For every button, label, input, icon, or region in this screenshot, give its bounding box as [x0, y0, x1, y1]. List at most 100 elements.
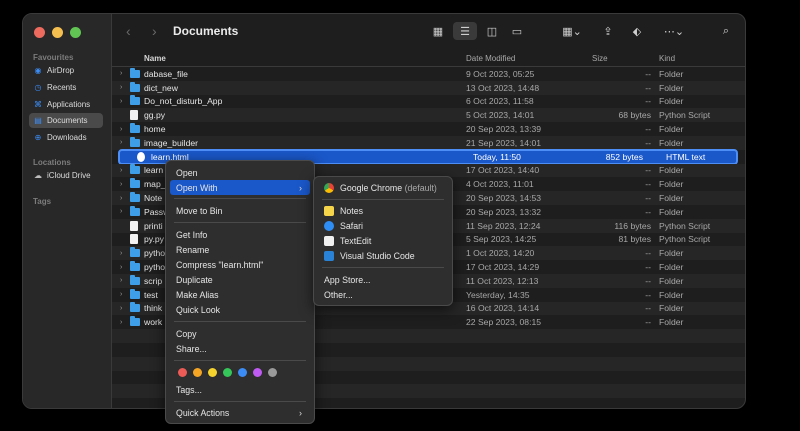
disclosure-chevron-icon[interactable]: ›	[120, 70, 122, 77]
disclosure-chevron-icon[interactable]: ›	[120, 277, 122, 284]
tag-color-dot[interactable]	[223, 368, 232, 377]
share-icon[interactable]: ⇪	[598, 22, 618, 40]
tag-color-dot[interactable]	[193, 368, 202, 377]
file-date: 17 Oct 2023, 14:29	[466, 262, 540, 273]
table-row[interactable]: › image_builder 21 Sep 2023, 14:01 -- Folder	[112, 136, 745, 150]
tag-color-dot[interactable]	[253, 368, 262, 377]
menu-other[interactable]: Other...	[318, 287, 448, 302]
file-size: 81 bytes	[618, 234, 652, 245]
file-kind: Folder	[659, 124, 684, 135]
menu-app-store[interactable]: App Store...	[318, 272, 448, 287]
column-kind[interactable]: Kind	[659, 54, 675, 63]
menu-quick-actions[interactable]: Quick Actions ›	[170, 405, 310, 420]
file-size: --	[645, 206, 651, 217]
menu-make-alias[interactable]: Make Alias	[170, 287, 310, 302]
icon-view-icon[interactable]: ▦	[428, 22, 448, 40]
back-icon[interactable]: ‹	[126, 23, 131, 39]
file-kind: Folder	[659, 317, 684, 328]
disclosure-chevron-icon[interactable]: ›	[120, 181, 122, 188]
menu-copy[interactable]: Copy	[170, 326, 310, 341]
disclosure-chevron-icon[interactable]: ›	[120, 84, 122, 91]
disclosure-chevron-icon[interactable]: ›	[120, 264, 122, 271]
disclosure-chevron-icon[interactable]: ›	[120, 195, 122, 202]
menu-rename[interactable]: Rename	[170, 242, 310, 257]
menu-get-info[interactable]: Get Info	[170, 227, 310, 242]
disclosure-chevron-icon[interactable]: ›	[120, 167, 122, 174]
sidebar-item-icloud[interactable]: ☁ iCloud Drive	[29, 168, 103, 183]
menu-app-notes[interactable]: Notes	[318, 203, 448, 218]
file-kind: Folder	[659, 82, 684, 93]
menu-app-safari[interactable]: Safari	[318, 218, 448, 233]
folder-icon	[130, 95, 140, 106]
sidebar-item-recents[interactable]: ◷ Recents	[29, 80, 103, 95]
file-kind: Folder	[659, 96, 684, 107]
folder-icon	[130, 192, 140, 203]
file-kind: Folder	[659, 275, 684, 286]
folder-icon	[130, 136, 140, 147]
file-date: 6 Oct 2023, 11:58	[466, 96, 534, 107]
file-size: --	[645, 124, 651, 135]
gallery-view-icon[interactable]: ▭	[507, 22, 527, 40]
table-row[interactable]: › home 20 Sep 2023, 13:39 -- Folder	[112, 122, 745, 136]
list-view-icon[interactable]: ☰	[453, 22, 477, 40]
minimize-button[interactable]	[52, 27, 63, 38]
column-view-icon[interactable]: ◫	[482, 22, 502, 40]
zoom-button[interactable]	[70, 27, 81, 38]
disclosure-chevron-icon[interactable]: ›	[120, 250, 122, 257]
group-by-icon[interactable]: ▦⌄	[558, 22, 586, 40]
close-button[interactable]	[34, 27, 45, 38]
open-with-submenu: Google Chrome (default) Notes Safari Tex…	[313, 176, 453, 306]
sidebar-item-downloads[interactable]: ⊕ Downloads	[29, 130, 103, 145]
menu-open[interactable]: Open	[170, 165, 310, 180]
disclosure-chevron-icon[interactable]: ›	[120, 291, 122, 298]
table-row[interactable]: gg.py 5 Oct 2023, 14:01 68 bytes Python Scr…	[112, 108, 745, 123]
search-icon[interactable]: ⌕	[716, 22, 736, 40]
disclosure-chevron-icon[interactable]: ›	[120, 208, 122, 215]
file-name: pytho	[144, 248, 166, 259]
table-row[interactable]: › dabase_file 9 Oct 2023, 05:25 -- Folder	[112, 67, 745, 81]
menu-share[interactable]: Share...	[170, 341, 310, 356]
menu-app-textedit[interactable]: TextEdit	[318, 233, 448, 248]
column-date[interactable]: Date Modified	[466, 54, 515, 63]
file-name: dabase_file	[144, 68, 188, 79]
tag-color-dot[interactable]	[268, 368, 277, 377]
tag-icon[interactable]: ⬖	[627, 22, 647, 40]
table-row[interactable]: › dict_new 13 Oct 2023, 14:48 -- Folder	[112, 80, 745, 95]
menu-app-vscode[interactable]: Visual Studio Code	[318, 248, 448, 263]
disclosure-chevron-icon[interactable]: ›	[120, 98, 122, 105]
sidebar-item-documents[interactable]: ▤ Documents	[29, 113, 103, 128]
menu-tags[interactable]: Tags...	[170, 382, 310, 397]
tag-color-dot[interactable]	[238, 368, 247, 377]
column-size[interactable]: Size	[592, 54, 608, 63]
file-icon	[130, 110, 138, 121]
menu-duplicate[interactable]: Duplicate	[170, 272, 310, 287]
safari-icon	[324, 220, 334, 231]
menu-compress[interactable]: Compress "learn.html"	[170, 257, 310, 272]
menu-quick-look[interactable]: Quick Look	[170, 302, 310, 317]
menu-app-chrome[interactable]: Google Chrome (default)	[318, 180, 448, 195]
tag-color-dot[interactable]	[178, 368, 187, 377]
more-actions-icon[interactable]: ⋯⌄	[660, 22, 688, 40]
file-name: printi	[144, 220, 163, 231]
menu-open-with[interactable]: Open With ›	[170, 180, 310, 195]
disclosure-chevron-icon[interactable]: ›	[120, 139, 122, 146]
divider	[174, 321, 306, 322]
disclosure-chevron-icon[interactable]: ›	[120, 126, 122, 133]
disclosure-chevron-icon[interactable]: ›	[120, 319, 122, 326]
file-size: --	[645, 96, 651, 107]
file-name: home	[144, 124, 166, 135]
tag-color-dot[interactable]	[208, 368, 217, 377]
sidebar-item-applications[interactable]: ⌘ Applications	[29, 97, 103, 112]
clock-icon: ◷	[34, 83, 42, 92]
table-row[interactable]: › Do_not_disturb_App 6 Oct 2023, 11:58 -- Fo…	[112, 95, 745, 109]
file-kind: Folder	[659, 248, 684, 259]
folder-icon	[130, 81, 140, 92]
disclosure-chevron-icon[interactable]: ›	[120, 305, 122, 312]
column-name[interactable]: Name	[144, 54, 166, 63]
file-date: 5 Sep 2023, 14:25	[466, 234, 537, 245]
chrome-icon	[324, 182, 334, 193]
file-size: 68 bytes	[618, 110, 652, 121]
menu-move-to-bin[interactable]: Move to Bin	[170, 203, 310, 218]
sidebar-item-airdrop[interactable]: ◉ AirDrop	[29, 63, 103, 78]
forward-icon[interactable]: ›	[152, 23, 157, 39]
